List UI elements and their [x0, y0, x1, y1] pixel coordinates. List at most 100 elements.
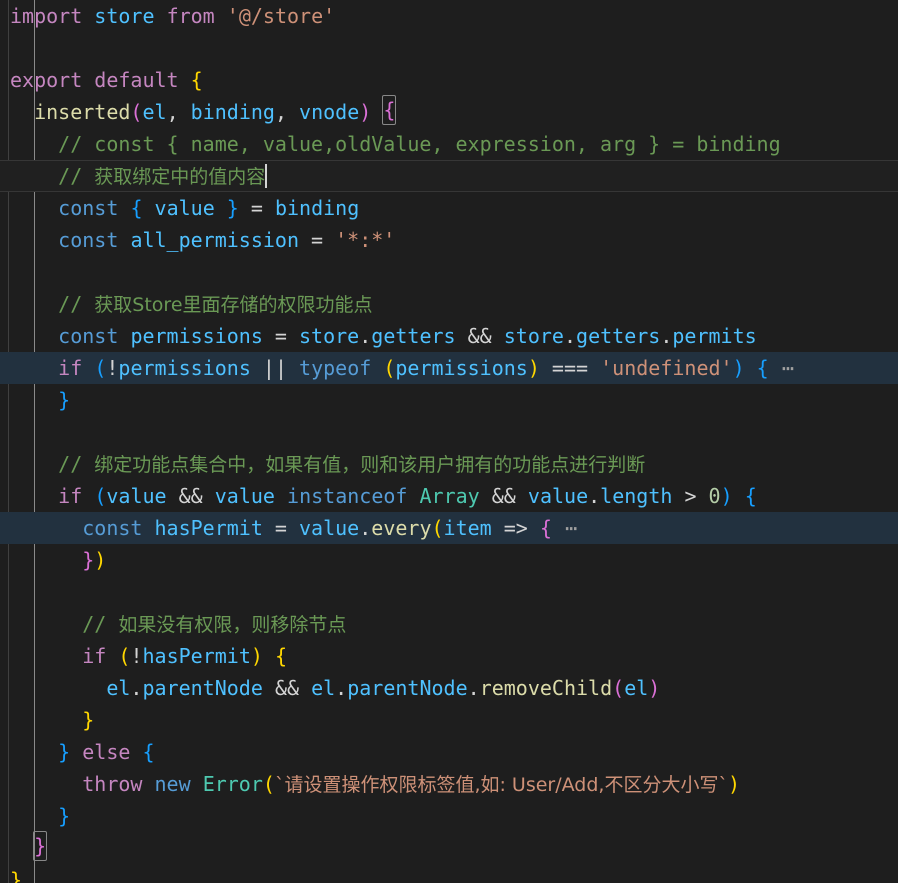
folded-region-indicator[interactable]: ⋯ — [552, 516, 578, 540]
code-token: ( — [94, 356, 107, 380]
code-token: throw — [82, 772, 143, 796]
code-token: el — [142, 100, 167, 124]
code-token: Error — [202, 772, 263, 796]
code-line-26[interactable]: } — [0, 800, 898, 832]
code-token: . — [335, 676, 348, 700]
code-token: value — [214, 484, 275, 508]
code-token: ) — [359, 100, 372, 124]
code-token: store — [299, 324, 360, 348]
code-token: , — [274, 100, 300, 124]
code-line-12[interactable]: if (!permissions || typeof (permissions)… — [0, 352, 898, 384]
code-token: } — [58, 388, 71, 412]
code-token: else — [82, 740, 131, 764]
code-token: 绑定功能点集合中，如果有值，则和该用户拥有的功能点进行判断 — [94, 454, 646, 476]
bracket-match-highlight: { — [382, 95, 397, 125]
code-token: ) — [527, 356, 540, 380]
code-token: // const { name, value,oldValue, express… — [10, 132, 781, 156]
code-line-27[interactable]: } — [0, 831, 898, 864]
code-line-18[interactable]: }) — [0, 544, 898, 576]
code-line-8[interactable]: const all_permission = '*:*' — [0, 224, 898, 256]
code-token: || — [262, 356, 287, 380]
code-token: { — [190, 68, 203, 92]
code-token: = — [299, 228, 336, 252]
code-token: } — [82, 708, 95, 732]
code-token: value — [527, 484, 589, 508]
code-token: '*:*' — [335, 228, 396, 252]
text-cursor — [265, 164, 268, 188]
code-token: && — [467, 324, 492, 348]
code-line-19[interactable] — [0, 576, 898, 608]
code-line-17[interactable]: const hasPermit = value.every(item => { … — [0, 512, 898, 544]
code-token: new — [154, 772, 191, 796]
code-line-22[interactable]: el.parentNode && el.parentNode.removeChi… — [0, 672, 898, 704]
code-token: all_permission — [130, 228, 300, 252]
code-line-3[interactable]: export default { — [0, 64, 898, 96]
code-line-5[interactable]: // const { name, value,oldValue, express… — [0, 128, 898, 160]
code-token: permissions — [130, 324, 263, 348]
code-token: } — [82, 548, 95, 572]
code-line-2[interactable] — [0, 32, 898, 64]
code-line-7[interactable]: const { value } = binding — [0, 192, 898, 224]
code-line-15[interactable]: // 绑定功能点集合中，如果有值，则和该用户拥有的功能点进行判断 — [0, 448, 898, 480]
code-token: el — [311, 676, 336, 700]
code-token: el — [624, 676, 649, 700]
code-line-20[interactable]: // 如果没有权限，则移除节点 — [0, 608, 898, 640]
code-token: ( — [130, 100, 143, 124]
code-token: } — [226, 196, 239, 220]
code-token: = — [262, 516, 300, 540]
code-line-4[interactable]: inserted(el, binding, vnode) { — [0, 95, 898, 128]
code-content[interactable]: import store from '@/store' export defaul… — [0, 0, 898, 883]
code-line-28[interactable]: } — [0, 864, 898, 883]
code-token: if — [58, 356, 83, 380]
code-token: 获取Store里面存储的权限功能点 — [94, 294, 373, 316]
code-token: ( — [431, 516, 444, 540]
code-token: . — [359, 516, 372, 540]
code-editor[interactable]: import store from '@/store' export defaul… — [0, 0, 898, 883]
code-token: const — [58, 324, 119, 348]
code-token: // — [10, 292, 95, 316]
code-line-13[interactable]: } — [0, 384, 898, 416]
code-token: store — [94, 4, 155, 28]
code-token: value — [106, 484, 167, 508]
code-line-24[interactable]: } else { — [0, 736, 898, 768]
code-line-16[interactable]: if (value && value instanceof Array && v… — [0, 480, 898, 512]
code-line-10[interactable]: // 获取Store里面存储的权限功能点 — [0, 288, 898, 320]
code-token: permissions — [395, 356, 528, 380]
code-token: 如果没有权限，则移除节点 — [118, 614, 347, 636]
code-token: '@/store' — [226, 4, 336, 28]
code-token: ) — [727, 772, 741, 796]
code-line-25[interactable]: throw new Error(`请设置操作权限标签值,如: User/Add,… — [0, 768, 898, 800]
code-line-9[interactable] — [0, 256, 898, 288]
code-line-14[interactable] — [0, 416, 898, 448]
code-line-11[interactable]: const permissions = store.getters && sto… — [0, 320, 898, 352]
code-token: { — [274, 644, 287, 668]
folded-region-indicator[interactable]: ⋯ — [769, 356, 795, 380]
code-line-6[interactable]: // 获取绑定中的值内容 — [0, 160, 898, 192]
code-token: permits — [672, 324, 757, 348]
code-token: ) — [250, 644, 263, 668]
code-line-21[interactable]: if (!hasPermit) { — [0, 640, 898, 672]
code-token: hasPermit — [142, 644, 251, 668]
code-line-1[interactable]: import store from '@/store' — [0, 0, 898, 32]
code-token: ) — [648, 676, 661, 700]
code-line-23[interactable]: } — [0, 704, 898, 736]
code-token: import — [10, 4, 83, 28]
